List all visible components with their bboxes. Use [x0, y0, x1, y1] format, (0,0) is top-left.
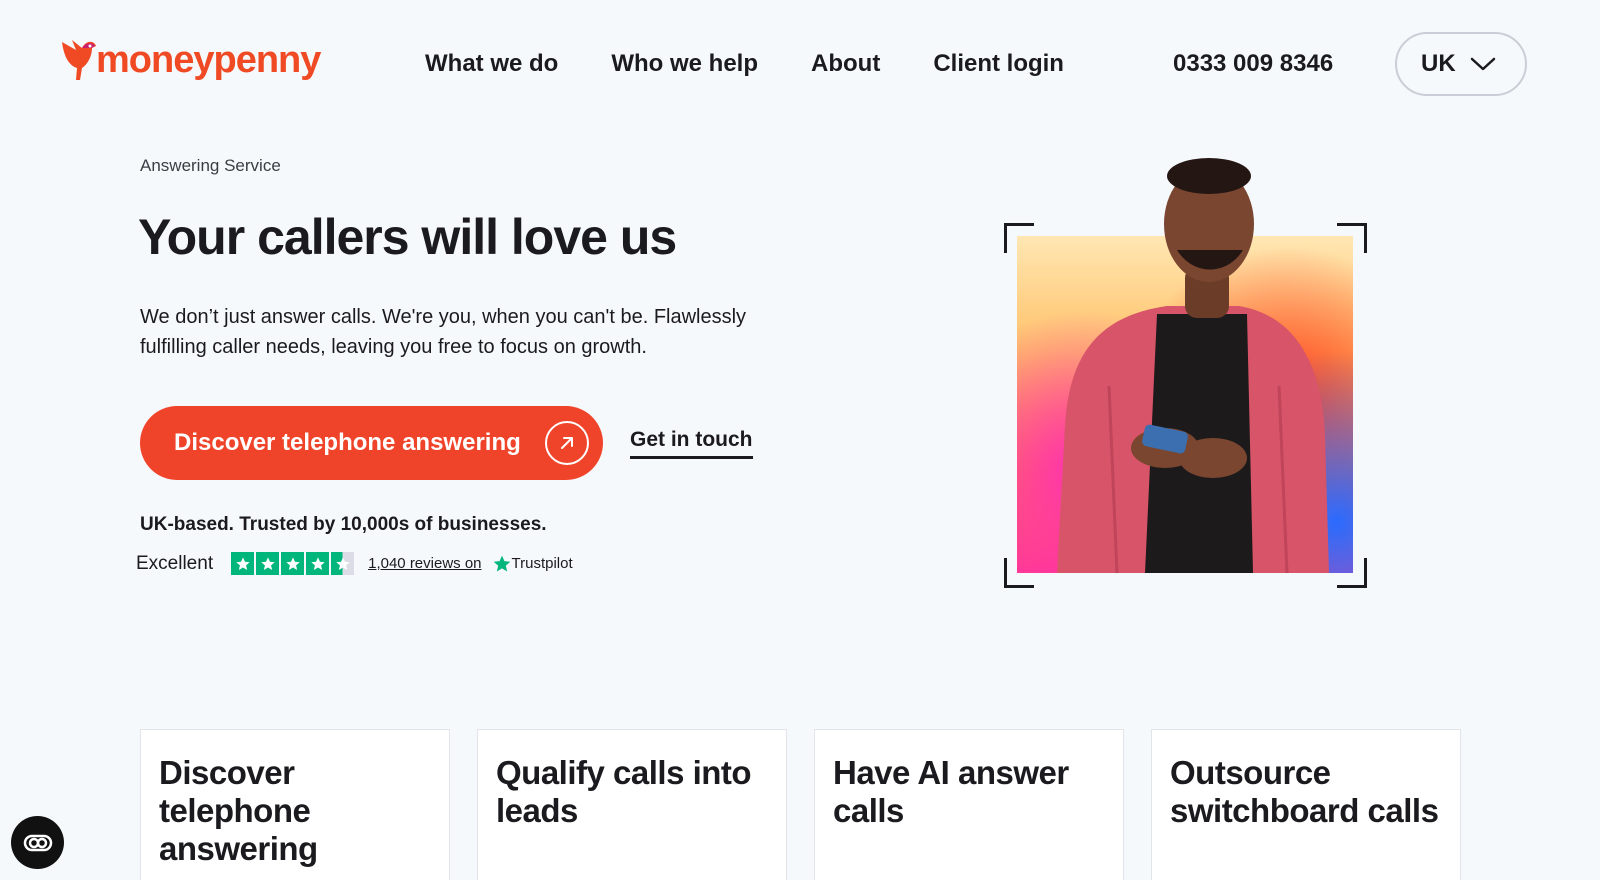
- star-icon: [256, 552, 280, 575]
- hero-eyebrow: Answering Service: [140, 156, 281, 175]
- nav-client-login[interactable]: Client login: [933, 46, 1064, 82]
- service-card-switchboard[interactable]: Outsource switchboard calls: [1151, 729, 1461, 880]
- half-star-icon: [331, 552, 355, 575]
- cta-label: Discover telephone answering: [174, 429, 521, 456]
- phone-number-link[interactable]: 0333 009 8346: [1173, 46, 1333, 82]
- discover-telephone-answering-button[interactable]: Discover telephone answering: [140, 406, 603, 480]
- accessibility-toggle-button[interactable]: [11, 816, 64, 869]
- page-title: Your callers will love us: [138, 209, 677, 265]
- trusted-statement: UK-based. Trusted by 10,000s of business…: [140, 514, 547, 535]
- site-header: moneypenny What we do Who we help About …: [0, 0, 1600, 126]
- nav-about[interactable]: About: [811, 46, 880, 82]
- accessibility-toggle-icon: [23, 834, 52, 851]
- region-label: UK: [1421, 50, 1456, 77]
- service-card-telephone-answering[interactable]: Discover telephone answering: [140, 729, 450, 880]
- service-card-qualify-leads[interactable]: Qualify calls into leads: [477, 729, 787, 880]
- get-in-touch-link[interactable]: Get in touch: [630, 428, 753, 459]
- chevron-down-icon: [1470, 57, 1495, 71]
- nav-who-we-help[interactable]: Who we help: [611, 46, 758, 82]
- frame-corner-top-left: [1004, 223, 1034, 253]
- main-nav: What we do Who we help About Client logi…: [425, 46, 1117, 82]
- trustpilot-star-icon: [493, 555, 510, 571]
- bird-logo-icon: [62, 40, 96, 80]
- trustpilot-widget[interactable]: Excellent 1,040 reviews on Trustpilot: [136, 552, 573, 575]
- hero-description: We don’t just answer calls. We're you, w…: [140, 306, 747, 358]
- trustpilot-brand: Trustpilot: [492, 554, 573, 574]
- nav-what-we-do[interactable]: What we do: [425, 46, 558, 82]
- frame-corner-top-right: [1337, 223, 1367, 253]
- person-with-phone-illustration: [1057, 158, 1329, 574]
- frame-corner-bottom-right: [1337, 558, 1367, 588]
- card-title: Have AI answer calls: [833, 754, 1069, 829]
- card-title: Qualify calls into leads: [496, 754, 752, 829]
- card-title: Outsource switchboard calls: [1170, 754, 1439, 829]
- hero-photo: [1017, 158, 1353, 574]
- logo-wordmark: moneypenny: [96, 39, 321, 81]
- trustpilot-stars: [231, 552, 355, 575]
- trustpilot-reviews-link[interactable]: 1,040 reviews on: [368, 555, 481, 572]
- star-icon: [306, 552, 330, 575]
- trustpilot-brand-label: Trustpilot: [511, 555, 573, 572]
- star-icon: [231, 552, 255, 575]
- star-icon: [281, 552, 305, 575]
- moneypenny-logo[interactable]: moneypenny: [60, 36, 321, 84]
- frame-corner-bottom-left: [1004, 558, 1034, 588]
- card-title: Discover telephone answering: [159, 754, 318, 867]
- trustpilot-rating-text: Excellent: [136, 552, 214, 574]
- arrow-up-right-icon: [545, 421, 589, 465]
- region-selector[interactable]: UK: [1395, 32, 1527, 96]
- service-card-ai-answer[interactable]: Have AI answer calls: [814, 729, 1124, 880]
